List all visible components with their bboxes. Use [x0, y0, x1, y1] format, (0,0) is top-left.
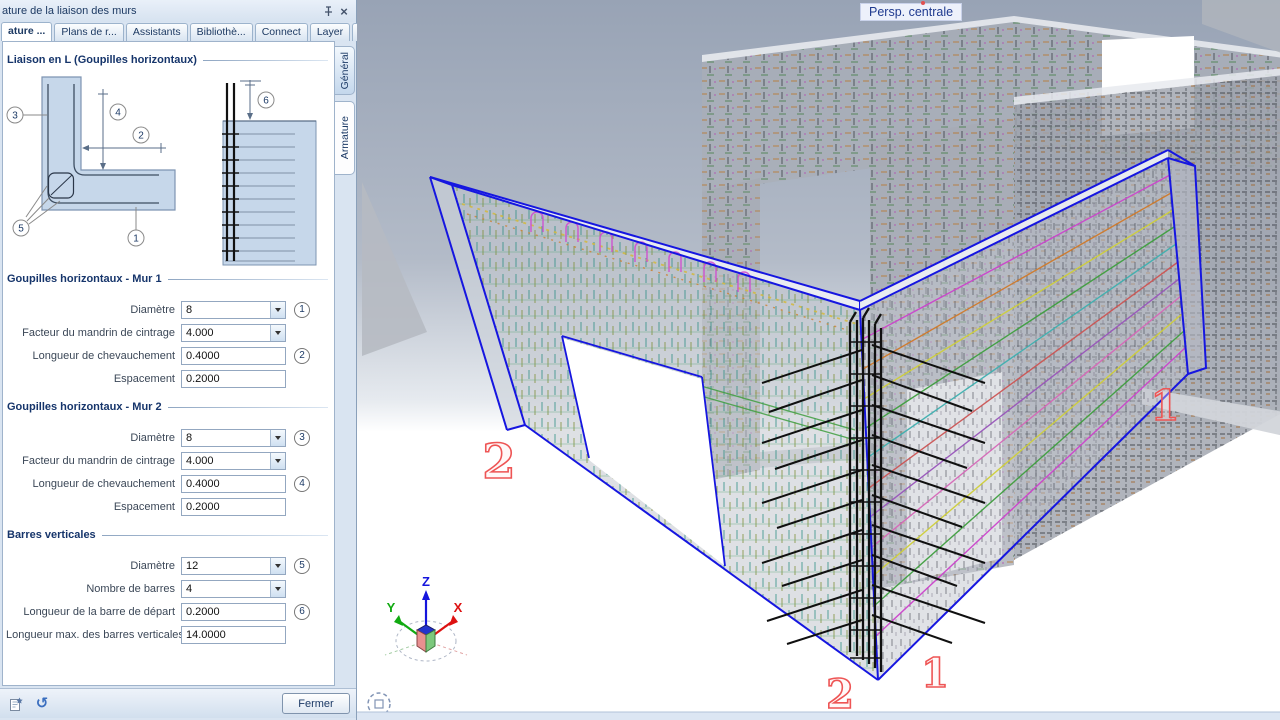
axis-z-label: Z [422, 574, 430, 589]
undo-icon[interactable]: ↺ [32, 694, 52, 714]
callout-badge: 3 [294, 430, 310, 446]
close-icon[interactable]: × [336, 3, 352, 19]
viewport-3d[interactable]: 2 1 1 2 Z X Y [357, 0, 1280, 720]
diametre-barres-select[interactable]: 12 [181, 557, 286, 575]
diametre-mur1-select[interactable]: 8 [181, 301, 286, 319]
field-row: Facteur du mandrin de cintrage 4.000 [3, 321, 334, 344]
espacement-mur2-input[interactable] [181, 498, 286, 516]
svg-text:3: 3 [12, 111, 18, 122]
panel-titlebar: ature de la liaison des murs × [0, 0, 356, 22]
palette-tab-bar: ature ... Plans de r... Assistants Bibli… [0, 22, 356, 41]
diagram-title: Liaison en L (Goupilles horizontaux) [7, 54, 197, 66]
field-row: Diamètre 8 1 [3, 298, 334, 321]
favorite-save-icon[interactable] [6, 694, 26, 714]
callout-badge: 2 [294, 348, 310, 364]
field-row: Nombre de barres 4 [3, 577, 334, 600]
svg-text:4: 4 [115, 108, 121, 119]
fermer-button[interactable]: Fermer [282, 693, 350, 714]
dialog-content: Liaison en L (Goupilles horizontaux) [2, 41, 335, 686]
tab-bibliotheque[interactable]: Bibliothè... [190, 23, 253, 41]
chevauchement-mur2-input[interactable] [181, 475, 286, 493]
side-tab-armature[interactable]: Armature [335, 101, 355, 175]
chevauchement-mur1-input[interactable] [181, 347, 286, 365]
chevron-down-icon[interactable] [270, 558, 285, 574]
barre-depart-input[interactable] [181, 603, 286, 621]
pin-icon[interactable] [320, 3, 336, 19]
callout-badge: 6 [294, 604, 310, 620]
side-tab-strip: Général Armature [335, 46, 356, 181]
diagram-header: Liaison en L (Goupilles horizontaux) [7, 54, 330, 66]
svg-text:2: 2 [138, 131, 144, 142]
field-row: Longueur de la barre de départ 6 [3, 600, 334, 623]
application-window: ature de la liaison des murs × ature ...… [0, 0, 1280, 720]
marker-wall1-end: 1 [1150, 381, 1179, 430]
chevron-down-icon[interactable] [270, 325, 285, 341]
mandrin-mur2-select[interactable]: 4.000 [181, 452, 286, 470]
reinforcement-dialog-panel: ature de la liaison des murs × ature ...… [0, 0, 357, 720]
tab-assistants[interactable]: Assistants [126, 23, 188, 41]
chevron-down-icon[interactable] [270, 430, 285, 446]
chevron-down-icon[interactable] [270, 581, 285, 597]
chevron-down-icon[interactable] [270, 302, 285, 318]
field-row: Espacement [3, 495, 334, 518]
section-header-mur2: Goupilles horizontaux - Mur 2 [7, 401, 330, 413]
tab-layer[interactable]: Layer [310, 23, 350, 41]
axis-x-label: X [454, 600, 463, 615]
viewport-bottom-strip [357, 712, 1280, 720]
marker-wall2-end: 2 [482, 434, 515, 490]
callout-badge: 4 [294, 476, 310, 492]
connection-diagram: 1 2 3 4 5 6 [3, 68, 335, 268]
svg-text:1: 1 [133, 234, 139, 245]
nombre-barres-select[interactable]: 4 [181, 580, 286, 598]
field-row: Facteur du mandrin de cintrage 4.000 [3, 449, 334, 472]
svg-text:5: 5 [18, 224, 24, 235]
tab-plans[interactable]: Plans de r... [54, 23, 123, 41]
mandrin-mur1-select[interactable]: 4.000 [181, 324, 286, 342]
panel-title: ature de la liaison des murs [2, 5, 320, 17]
marker-corner-2: 2 [826, 671, 854, 718]
header-rule [203, 60, 328, 61]
section-header-mur1: Goupilles horizontaux - Mur 1 [7, 273, 330, 285]
tab-armature[interactable]: ature ... [1, 22, 52, 41]
chevron-down-icon[interactable] [270, 453, 285, 469]
callout-badge: 5 [294, 558, 310, 574]
axis-y-label: Y [387, 600, 396, 615]
dialog-footer-toolbar: ↺ Fermer [0, 688, 356, 718]
field-row: Longueur de chevauchement 2 [3, 344, 334, 367]
tab-connect[interactable]: Connect [255, 23, 308, 41]
field-row: Diamètre 8 3 [3, 426, 334, 449]
3d-scene-canvas[interactable]: 2 1 1 2 Z X Y [357, 0, 1280, 720]
field-row: Espacement [3, 367, 334, 390]
side-tab-general[interactable]: Général [335, 46, 355, 95]
marker-corner-1: 1 [921, 650, 949, 697]
diametre-mur2-select[interactable]: 8 [181, 429, 286, 447]
espacement-mur1-input[interactable] [181, 370, 286, 388]
field-row: Longueur max. des barres verticales [3, 623, 334, 646]
field-row: Longueur de chevauchement 4 [3, 472, 334, 495]
section-header-barres: Barres verticales [7, 529, 330, 541]
field-row: Diamètre 12 5 [3, 554, 334, 577]
svg-text:6: 6 [263, 96, 269, 107]
longueur-max-input[interactable] [181, 626, 286, 644]
callout-badge: 1 [294, 302, 310, 318]
view-name-label: Persp. centrale [860, 3, 962, 21]
